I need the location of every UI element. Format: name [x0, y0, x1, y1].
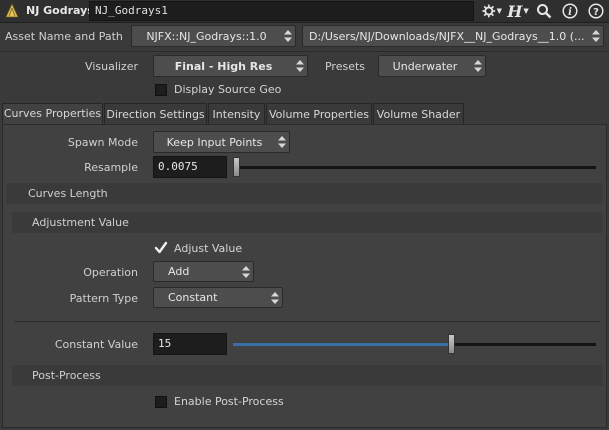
enable-post-process-checkbox[interactable]	[155, 396, 167, 408]
curves-length-section[interactable]: Curves Length	[6, 183, 603, 204]
search-icon[interactable]	[534, 2, 554, 20]
spawn-mode-dropdown[interactable]: Keep Input Points	[153, 131, 290, 153]
curves-length-label: Curves Length	[28, 187, 108, 200]
asset-name-path-label: Asset Name and Path	[5, 30, 123, 43]
separator	[0, 51, 609, 52]
presets-dropdown[interactable]: Underwater	[378, 55, 486, 77]
constant-value-slider-fill	[233, 343, 451, 346]
tab-label: Curves Properties	[3, 107, 102, 120]
pattern-type-value: Constant	[168, 291, 218, 304]
tab-direction-settings[interactable]: Direction Settings	[104, 103, 207, 124]
visualizer-label: Visualizer	[85, 60, 138, 73]
updown-arrow-icon	[281, 30, 295, 42]
updown-arrow-icon	[471, 60, 485, 72]
node-type-icon	[4, 3, 20, 19]
presets-label: Presets	[324, 60, 365, 73]
info-icon[interactable]: i	[560, 2, 580, 20]
svg-text:i: i	[568, 7, 572, 18]
tab-intensity[interactable]: Intensity	[208, 103, 265, 124]
post-process-section[interactable]: Post-Process	[12, 365, 603, 386]
enable-post-process-label: Enable Post-Process	[174, 395, 284, 408]
tab-volume-properties[interactable]: Volume Properties	[266, 103, 372, 124]
asset-path-dropdown[interactable]: D:/Users/NJ/Downloads/NJFX__NJ_Godrays__…	[302, 25, 604, 47]
adjustment-value-label: Adjustment Value	[32, 216, 129, 229]
constant-value-slider-handle[interactable]	[448, 334, 455, 354]
svg-text:?: ?	[593, 7, 599, 18]
updown-arrow-icon	[589, 30, 603, 42]
constant-value-label: Constant Value	[54, 338, 138, 351]
resample-label: Resample	[84, 161, 138, 174]
resample-field[interactable]: 0.0075	[153, 156, 227, 178]
post-process-label: Post-Process	[32, 369, 101, 382]
display-source-geo-label: Display Source Geo	[174, 83, 282, 96]
spawn-mode-label: Spawn Mode	[67, 136, 138, 149]
updown-arrow-icon	[275, 136, 289, 148]
adjust-value-label: Adjust Value	[174, 242, 243, 255]
display-source-geo-checkbox[interactable]	[155, 84, 167, 96]
tab-label: Intensity	[212, 107, 261, 121]
help-icon[interactable]: ?	[586, 2, 606, 20]
gear-icon[interactable]: ▼	[482, 2, 502, 20]
presets-value: Underwater	[392, 59, 458, 73]
pattern-type-label: Pattern Type	[69, 292, 138, 305]
tab-label: Volume Properties	[269, 107, 369, 121]
operation-dropdown[interactable]: Add	[153, 261, 254, 282]
checkmark-icon	[154, 241, 168, 254]
tab-label: Direction Settings	[106, 107, 205, 121]
updown-arrow-icon	[239, 265, 253, 278]
tab-label: Volume Shader	[376, 107, 461, 121]
asset-row: Asset Name and Path NJFX::NJ_Godrays::1.…	[0, 23, 609, 51]
updown-arrow-icon	[293, 60, 307, 72]
visualizer-value: Final - High Res	[174, 59, 273, 73]
tab-curves-properties[interactable]: Curves Properties	[2, 103, 103, 124]
parameter-header: NJ Godrays NJ_Godrays1 ▼ H ▼ i ?	[0, 0, 609, 23]
constant-value-field[interactable]: 15	[153, 333, 227, 355]
visualizer-dropdown[interactable]: Final - High Res	[153, 55, 308, 77]
spawn-mode-value: Keep Input Points	[166, 135, 263, 149]
asset-name-dropdown[interactable]: NJFX::NJ_Godrays::1.0	[131, 25, 296, 47]
tab-volume-shader[interactable]: Volume Shader	[373, 103, 464, 124]
node-name-field[interactable]: NJ_Godrays1	[89, 1, 474, 21]
pattern-type-dropdown[interactable]: Constant	[153, 287, 283, 308]
node-type-label: NJ Godrays	[26, 4, 94, 17]
divider	[14, 321, 600, 322]
asset-name-value: NJFX::NJ_Godrays::1.0	[146, 29, 267, 43]
updown-arrow-icon	[268, 291, 282, 304]
operation-value: Add	[168, 265, 190, 278]
adjust-value-checkbox[interactable]	[154, 241, 168, 255]
asset-path-value: D:/Users/NJ/Downloads/NJFX__NJ_Godrays__…	[309, 29, 585, 43]
resample-slider-track[interactable]	[233, 166, 596, 169]
adjustment-value-section[interactable]: Adjustment Value	[12, 212, 603, 233]
operation-label: Operation	[83, 266, 138, 279]
resample-slider-handle[interactable]	[233, 157, 240, 177]
houdini-h-icon[interactable]: H ▼	[507, 2, 529, 21]
